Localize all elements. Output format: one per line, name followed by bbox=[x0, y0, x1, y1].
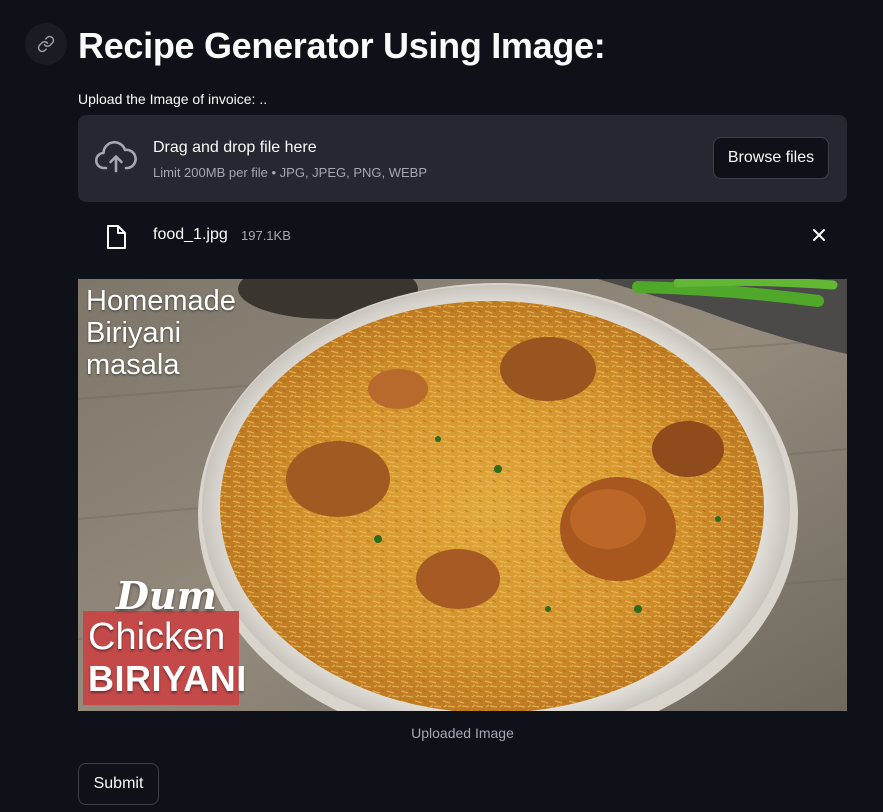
app-page: Recipe Generator Using Image: Upload the… bbox=[0, 0, 883, 812]
close-icon[interactable] bbox=[809, 225, 829, 245]
file-icon bbox=[105, 224, 127, 250]
page-title: Recipe Generator Using Image: bbox=[78, 25, 606, 66]
image-caption: Uploaded Image bbox=[411, 725, 514, 741]
file-dropzone[interactable]: Drag and drop file here Limit 200MB per … bbox=[78, 115, 847, 202]
upload-label: Upload the Image of invoice: .. bbox=[78, 91, 268, 107]
browse-files-button[interactable]: Browse files bbox=[713, 137, 829, 179]
submit-button[interactable]: Submit bbox=[78, 763, 159, 805]
image-overlay-line-2: Biriyani bbox=[86, 317, 182, 349]
dropzone-title: Drag and drop file here bbox=[153, 139, 317, 156]
dropzone-limit-text: Limit 200MB per file • JPG, JPEG, PNG, W… bbox=[153, 165, 428, 180]
image-badge-line-3: BIRIYANI bbox=[88, 658, 247, 699]
image-overlay-line-1: Homemade bbox=[86, 285, 236, 317]
image-overlay-line-3: masala bbox=[86, 349, 180, 381]
uploaded-file-row: food_1.jpg 197.1KB bbox=[78, 215, 847, 255]
image-badge-line-1: Dum bbox=[116, 573, 217, 618]
image-badge-line-2: Chicken bbox=[88, 616, 226, 658]
cloud-upload-icon bbox=[94, 141, 137, 175]
uploaded-file-name: food_1.jpg bbox=[153, 226, 228, 243]
link-icon[interactable] bbox=[25, 23, 67, 65]
uploaded-file-size: 197.1KB bbox=[241, 228, 291, 243]
uploaded-image: Homemade Biriyani masala Dum Chicken BIR… bbox=[78, 279, 847, 711]
